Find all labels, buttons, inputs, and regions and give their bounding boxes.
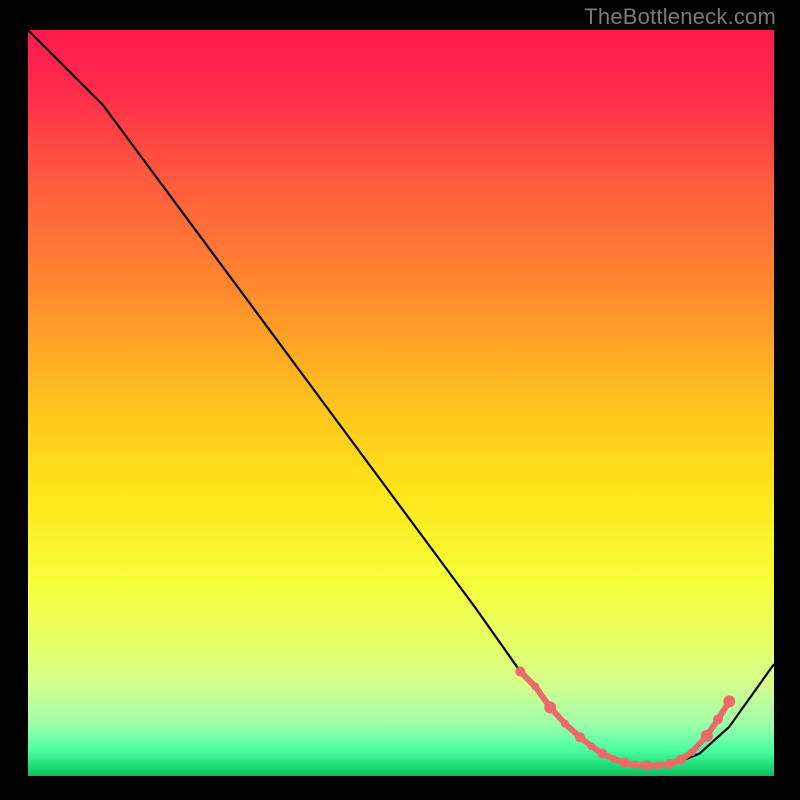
plot-background (28, 30, 774, 776)
marker-dot (597, 749, 607, 759)
marker-dot (544, 701, 556, 713)
marker-dot (575, 732, 585, 742)
marker-dot (531, 682, 539, 690)
marker-dot (701, 730, 713, 742)
marker-dot (561, 720, 569, 728)
marker-dot (654, 762, 662, 770)
marker-dot (587, 742, 595, 750)
marker-dot (632, 761, 640, 769)
marker-dot (676, 755, 686, 765)
marker-dot (642, 761, 652, 771)
chart-stage: TheBottleneck.com (0, 0, 800, 800)
chart-svg (0, 0, 800, 800)
marker-dot (713, 714, 723, 724)
marker-dot (515, 667, 525, 677)
marker-dot (723, 695, 735, 707)
marker-dot (665, 759, 675, 769)
marker-dot (620, 758, 630, 768)
marker-dot (610, 755, 618, 763)
marker-dot (688, 748, 696, 756)
